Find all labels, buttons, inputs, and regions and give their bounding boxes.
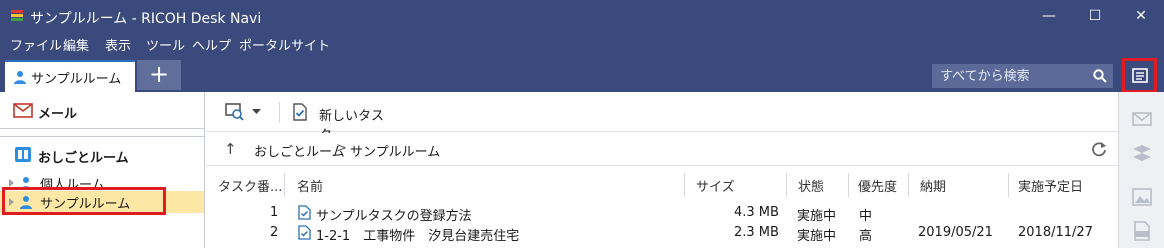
view-switch-icon [225,103,244,121]
close-button[interactable]: ✕ [1118,0,1164,33]
main-panel: 新しいタスク ↑ おしごとルーム > サンプルルーム タスク番... 名前 サイ… [206,92,1118,248]
column-header-task-no[interactable]: タスク番... [218,176,282,195]
task-scheduled: 2018/11/27 [1018,225,1093,240]
task-number: 1 [270,205,279,220]
sidebar: メール おしごとルーム 個人ルーム サンプルルーム [0,92,205,248]
menu-bar: ファイル 編集 表示 ツール ヘルプ ポータルサイト [0,33,1164,58]
column-header-priority[interactable]: 優先度 [858,176,897,195]
sidebar-item-label: メール [38,107,78,122]
column-divider[interactable] [786,173,787,197]
up-arrow-icon[interactable]: ↑ [224,140,237,158]
sidebar-item-label: おしごとルーム [38,151,129,166]
new-task-button[interactable]: 新しいタスク [292,102,392,143]
new-task-icon [293,103,307,121]
mail-icon [13,103,33,118]
column-header-name[interactable]: 名前 [297,176,323,195]
rail-image-icon[interactable] [1131,186,1153,208]
user-icon [14,71,26,84]
task-size: 4.3 MB [734,205,779,220]
menu-file[interactable]: ファイル [10,35,62,54]
toolbar: 新しいタスク [206,92,1118,143]
menu-portal-site[interactable]: ポータルサイト [239,35,330,54]
search-input[interactable] [932,64,1087,88]
work-room-icon [15,147,31,162]
window-title: サンプルルーム - RICOH Desk Navi [30,11,262,27]
tab-sample-room[interactable]: サンプルルーム [5,60,135,92]
maximize-button[interactable]: ☐ [1072,0,1118,33]
minimize-button[interactable]: — [1026,0,1072,33]
title-bar: サンプルルーム - RICOH Desk Navi — ☐ ✕ [0,0,1164,33]
sidebar-item-work-room[interactable]: おしごとルーム [0,136,204,172]
task-status: 実施中 [797,229,837,244]
column-divider[interactable] [848,173,849,197]
view-switch-button[interactable] [224,102,266,122]
column-header-size[interactable]: サイズ [696,176,735,195]
expand-arrow-icon[interactable] [9,179,14,187]
selected-room-highlight [2,187,166,215]
task-name: 1-2-1 工事物件 汐見台建売住宅 [316,229,520,244]
refresh-icon[interactable] [1091,141,1107,157]
task-icon [298,225,311,240]
chevron-down-icon [252,109,261,114]
menu-help[interactable]: ヘルプ [192,35,231,54]
task-priority: 高 [859,229,873,244]
table-row[interactable]: 2 1-2-1 工事物件 汐見台建売住宅 2.3 MB 実施中 高 2019/0… [206,222,1118,244]
menu-view[interactable]: 表示 [105,35,131,54]
right-rail [1118,92,1164,248]
tab-label: サンプルルーム [31,72,122,87]
task-due: 2019/05/21 [918,225,993,240]
task-icon [298,205,311,220]
panel-toggle-button[interactable] [1122,58,1157,93]
task-number: 2 [270,225,279,240]
table-header: タスク番... 名前 サイズ 状態 優先度 納期 実施予定日 [206,171,1118,197]
sidebar-item-mail[interactable]: メール [0,92,204,129]
column-divider[interactable] [908,173,909,197]
column-header-due[interactable]: 納期 [920,176,946,195]
column-divider[interactable] [684,173,685,197]
task-size: 2.3 MB [734,225,779,240]
table-row[interactable]: 1 サンプルタスクの登録方法 4.3 MB 実施中 中 [206,202,1118,224]
app-logo-icon [11,10,23,21]
search-box [932,64,1113,88]
column-header-status[interactable]: 状態 [798,176,824,195]
tab-bar: サンプルルーム + [0,58,1164,93]
add-tab-button[interactable]: + [137,60,181,90]
rail-pdf-icon[interactable] [1131,220,1153,242]
toolbar-divider [279,102,280,123]
breadcrumb: ↑ おしごとルーム > サンプルルーム [206,133,1118,166]
rail-mail-icon[interactable] [1131,108,1153,130]
menu-edit[interactable]: 編集 [63,35,89,54]
menu-tools[interactable]: ツール [146,35,185,54]
search-icon[interactable] [1092,68,1108,84]
column-header-scheduled[interactable]: 実施予定日 [1018,176,1083,195]
panel-toggle-icon [1132,68,1148,83]
breadcrumb-separator: > [336,141,347,156]
breadcrumb-current[interactable]: サンプルルーム [350,141,440,160]
breadcrumb-root[interactable]: おしごとルーム [254,141,345,160]
column-divider[interactable] [1008,173,1009,197]
rail-layers-icon[interactable] [1131,142,1153,164]
column-divider[interactable] [284,173,285,197]
